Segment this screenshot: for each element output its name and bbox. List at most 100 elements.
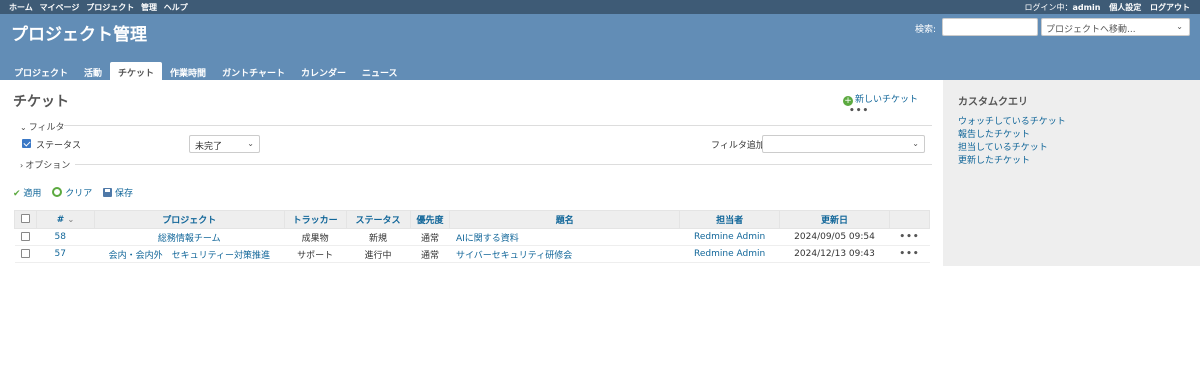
row-actions-icon[interactable]: ••• xyxy=(889,245,930,263)
chevron-down-icon: ⌄ xyxy=(20,123,27,132)
top-link-mypage[interactable]: マイページ xyxy=(40,3,80,12)
issue-tracker: 成果物 xyxy=(284,228,347,246)
status-filter-label: ステータス xyxy=(36,141,82,151)
row-select-cell xyxy=(14,228,37,246)
sidebar-link-reported[interactable]: 報告したチケット xyxy=(958,129,1066,142)
app-title: プロジェクト管理 xyxy=(11,25,147,45)
filter-divider xyxy=(64,125,932,126)
chevron-down-icon: ⌄ xyxy=(912,139,919,148)
clear-button[interactable]: クリア xyxy=(52,187,93,199)
column-header-project[interactable]: プロジェクト xyxy=(93,210,285,229)
project-jump-placeholder: プロジェクトへ移動... xyxy=(1046,25,1136,35)
options-legend-label: オプション xyxy=(25,161,71,171)
issue-updated: 2024/09/05 09:54 xyxy=(779,228,890,246)
top-link-admin[interactable]: 管理 xyxy=(141,3,157,12)
reload-icon xyxy=(52,187,63,197)
status-filter-select[interactable]: 未完了 ⌄ xyxy=(189,135,260,153)
main-content: チケット + 新しいチケット••• ⌄ フィルタ ステータス 未完了 ⌄ フィルタ追… xyxy=(0,80,943,266)
personal-settings-link[interactable]: 個人設定 xyxy=(1109,3,1141,12)
column-header-actions xyxy=(888,210,931,229)
column-header-id[interactable]: # ⌄ xyxy=(35,210,95,229)
top-link-projects[interactable]: プロジェクト xyxy=(86,3,134,12)
row-actions-icon[interactable]: ••• xyxy=(889,228,930,246)
more-actions-icon[interactable]: ••• xyxy=(849,106,869,116)
issue-subject-link[interactable]: AIに関する資料 xyxy=(456,234,519,244)
save-icon xyxy=(103,188,113,197)
issues-table: # ⌄ プロジェクト トラッカー ステータス 優先度 題名 担当者 更新日 58… xyxy=(14,210,931,263)
filter-legend-label: フィルタ xyxy=(28,123,65,133)
page-title: チケット xyxy=(13,94,69,110)
chevron-down-icon: ⌄ xyxy=(247,139,254,148)
column-header-priority[interactable]: 優先度 xyxy=(409,210,451,229)
save-label: 保存 xyxy=(114,189,133,199)
issue-subject-cell: AIに関する資料 xyxy=(449,228,680,246)
column-header-assigned[interactable]: 担当者 xyxy=(679,210,781,229)
tab-issues[interactable]: チケット xyxy=(110,62,163,80)
sidebar: カスタムクエリ ウォッチしているチケット 報告したチケット 担当しているチケット… xyxy=(943,80,1200,266)
account-menu: ログイン中：admin 個人設定 ログアウト xyxy=(1019,2,1191,13)
sidebar-title: カスタムクエリ xyxy=(958,97,1028,108)
options-legend[interactable]: › オプション xyxy=(20,158,70,171)
top-link-home[interactable]: ホーム xyxy=(9,3,33,12)
row-select-cell xyxy=(14,245,37,263)
tab-activity[interactable]: 活動 xyxy=(76,62,110,80)
tab-news[interactable]: ニュース xyxy=(354,62,406,80)
add-filter-label: フィルタ追加 xyxy=(711,141,765,151)
tab-calendar[interactable]: カレンダー xyxy=(293,62,354,80)
check-icon: ✔ xyxy=(13,189,21,199)
top-link-help[interactable]: ヘルプ xyxy=(164,3,188,12)
select-all-checkbox[interactable] xyxy=(20,214,30,223)
header: プロジェクト管理 検索: プロジェクトへ移動... ⌄ プロジェクト 活動 チケ… xyxy=(0,14,1200,80)
sort-desc-icon: ⌄ xyxy=(67,214,75,224)
top-menu-links: ホーム マイページ プロジェクト 管理 ヘルプ xyxy=(9,2,192,13)
issue-id-link[interactable]: 57 xyxy=(36,245,95,263)
row-checkbox[interactable] xyxy=(20,231,30,241)
column-header-subject[interactable]: 題名 xyxy=(449,210,681,229)
logout-link[interactable]: ログアウト xyxy=(1150,3,1190,12)
top-menu: ホーム マイページ プロジェクト 管理 ヘルプ ログイン中：admin 個人設定… xyxy=(0,0,1200,14)
column-header-tracker[interactable]: トラッカー xyxy=(283,210,347,229)
select-all-cell xyxy=(14,210,37,229)
status-filter-checkbox[interactable] xyxy=(22,139,31,148)
issue-updated: 2024/12/13 09:43 xyxy=(779,245,890,263)
issue-tracker: サポート xyxy=(284,245,347,263)
project-jump-select[interactable]: プロジェクトへ移動... ⌄ xyxy=(1041,18,1190,36)
login-label: ログイン中： xyxy=(1024,3,1073,12)
table-header-row: # ⌄ プロジェクト トラッカー ステータス 優先度 題名 担当者 更新日 xyxy=(14,210,931,229)
issue-status: 進行中 xyxy=(346,245,411,263)
tab-projects[interactable]: プロジェクト xyxy=(6,62,76,80)
column-header-id-label: # xyxy=(56,214,65,225)
apply-label: 適用 xyxy=(23,189,42,199)
search-label: 検索: xyxy=(915,25,937,35)
issue-id-link[interactable]: 58 xyxy=(36,228,95,246)
issue-assignee-link[interactable]: Redmine Admin xyxy=(679,245,780,263)
table-row[interactable]: 58 総務情報チーム 成果物 新規 通常 AIに関する資料 Redmine Ad… xyxy=(14,228,930,246)
column-header-updated[interactable]: 更新日 xyxy=(779,210,890,229)
issue-project-link[interactable]: 総務情報チーム xyxy=(94,228,285,246)
issue-priority: 通常 xyxy=(410,245,450,263)
contextual-actions: + 新しいチケット••• xyxy=(843,92,943,116)
tab-time-entries[interactable]: 作業時間 xyxy=(162,62,214,80)
clear-label: クリア xyxy=(65,189,93,199)
sidebar-link-assigned[interactable]: 担当しているチケット xyxy=(958,142,1066,155)
issue-assignee-link[interactable]: Redmine Admin xyxy=(679,228,780,246)
row-checkbox[interactable] xyxy=(20,248,30,258)
column-header-status[interactable]: ステータス xyxy=(345,210,411,229)
tab-gantt[interactable]: ガントチャート xyxy=(214,62,293,80)
save-button[interactable]: 保存 xyxy=(103,188,133,199)
sidebar-link-updated[interactable]: 更新したチケット xyxy=(958,155,1066,168)
issue-status: 新規 xyxy=(346,228,411,246)
search-input[interactable] xyxy=(942,18,1038,36)
sidebar-link-watched[interactable]: ウォッチしているチケット xyxy=(958,116,1066,129)
table-row[interactable]: 57 会内・会内外 セキュリティー対策推進 サポート 進行中 通常 サイバーセキ… xyxy=(14,245,930,263)
filter-legend[interactable]: ⌄ フィルタ xyxy=(20,120,65,133)
main-menu: プロジェクト 活動 チケット 作業時間 ガントチャート カレンダー ニュース xyxy=(6,62,406,80)
login-user[interactable]: admin xyxy=(1073,3,1101,12)
issue-subject-link[interactable]: サイバーセキュリティ研修会 xyxy=(456,251,572,261)
status-filter-value: 未完了 xyxy=(195,142,223,152)
issue-project-link[interactable]: 会内・会内外 セキュリティー対策推進 xyxy=(94,245,285,263)
add-filter-select[interactable]: ⌄ xyxy=(762,135,925,153)
new-issue-link[interactable]: 新しいチケット xyxy=(855,95,918,105)
apply-button[interactable]: ✔ 適用 xyxy=(13,189,41,199)
options-divider xyxy=(75,164,932,165)
